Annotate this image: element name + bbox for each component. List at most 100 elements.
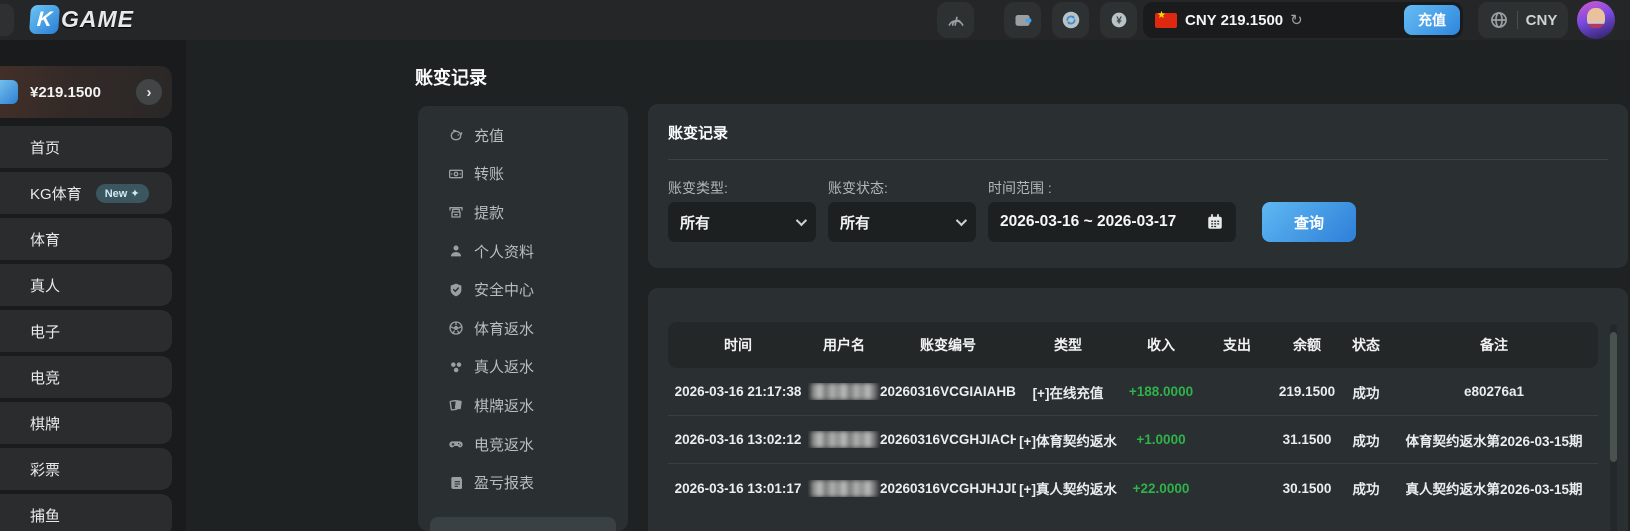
submenu-item-deposit[interactable]: 充值 [418,116,628,155]
col-type: 类型 [1054,337,1082,353]
top-header: K GAME ¥ ★ CNY 219.1500 ↻ 充值 CNY [0,0,1630,40]
sidebar-item-esports[interactable]: 电竞 [0,356,172,398]
cell-status: 成功 [1352,433,1380,449]
submenu-item-label: 电竞返水 [474,436,535,454]
table-row[interactable]: 2026-03-16 21:17:38 20260316VCGIAIAHBD [… [668,368,1598,416]
submenu-item-sports-rebate[interactable]: 体育返水 [418,309,628,348]
banknote-icon [449,169,463,179]
cell-type: [+]在线充值 [1032,385,1104,401]
new-badge: New ✦ [95,183,149,203]
sidebar-item-sports[interactable]: 体育 [0,218,172,260]
cell-user [808,431,880,448]
submenu-item-selected-fragment[interactable] [430,517,616,531]
search-button[interactable]: 查询 [1262,202,1356,242]
brand-logo[interactable]: K GAME [28,5,134,34]
user-avatar[interactable] [1577,1,1615,39]
locale-selector[interactable]: CNY [1478,2,1568,38]
table-header-row: 时间 用户名 账变编号 类型 收入 支出 余额 状态 备注 [668,322,1598,368]
logo-text: GAME [61,6,134,32]
submenu-item-profile[interactable]: 个人资料 [418,232,628,271]
records-table: 时间 用户名 账变编号 类型 收入 支出 余额 状态 备注 2026-03-16… [668,322,1598,512]
chevron-right-icon[interactable]: › [136,79,162,105]
submenu-item-live-rebate[interactable]: 真人返水 [418,348,628,387]
filter-card: 账变记录 账变类型: 账变状态: 时间范围 : 所有 所有 2026-03-16… [648,104,1628,268]
table-row[interactable]: 2026-03-16 13:02:12 20260316VCGHJIACHD [… [668,416,1598,464]
cell-id: 20260316VCGIAIAHBD [880,384,1016,399]
sidebar-item-label: 捕鱼 [30,507,61,525]
report-icon [451,476,462,489]
page-title: 账变记录 [415,68,487,88]
svg-text:¥: ¥ [1116,16,1122,27]
cards-icon [449,400,462,411]
sidebar-item-slots[interactable]: 电子 [0,310,172,352]
col-balance: 余额 [1293,337,1321,353]
blurred-username [811,383,877,400]
submenu-item-transfer[interactable]: 转账 [418,155,628,194]
cell-time: 2026-03-16 13:01:17 [674,480,802,496]
sidebar-item-label: KG体育 [30,185,82,203]
submenu-item-esports-rebate[interactable]: 电竞返水 [418,425,628,464]
sidebar-item-chess[interactable]: 棋牌 [0,402,172,444]
sidebar-item-label: 彩票 [30,461,61,479]
cell-income: +1.0000 [1136,432,1186,447]
balance-pill[interactable]: ★ CNY 219.1500 ↻ 充值 [1143,2,1463,38]
sidebar-item-fishing[interactable]: 捕鱼 [0,494,172,531]
col-income: 收入 [1147,337,1175,353]
blurred-username [811,479,877,497]
cell-status: 成功 [1352,482,1380,497]
submenu-item-chess-rebate[interactable]: 棋牌返水 [418,386,628,425]
sidebar-item-kg-sports[interactable]: KG体育 New ✦ [0,172,172,214]
refresh-icon[interactable] [1052,2,1089,38]
balance-refresh-icon[interactable]: ↻ [1290,11,1303,29]
submenu-item-label: 棋牌返水 [474,397,535,415]
sidebar-item-label: 首页 [30,139,61,157]
type-select[interactable]: 所有 [668,202,816,242]
submenu-item-pl-report[interactable]: 盈亏报表 [418,463,628,502]
scrollbar-thumb[interactable] [1610,332,1617,462]
chevron-down-icon [955,214,968,227]
person-icon [451,245,461,257]
type-select-value: 所有 [680,214,711,232]
status-select[interactable]: 所有 [828,202,976,242]
table-scrollbar[interactable] [1610,324,1617,531]
date-range-input[interactable]: 2026-03-16 ~ 2026-03-17 [988,202,1236,242]
soccer-ball-icon [449,321,463,335]
collapsed-panel-fragment [0,4,14,36]
gamepad-icon [449,441,463,448]
status-filter-label: 账变状态: [828,180,888,196]
type-filter-label: 账变类型: [668,180,728,196]
sidebar-item-lottery[interactable]: 彩票 [0,448,172,490]
cell-balance: 219.1500 [1278,384,1336,399]
piggy-bank-icon [450,129,463,141]
wallet-icon[interactable] [1004,2,1041,38]
sidebar-balance-card[interactable]: ¥219.1500 › [0,66,172,118]
cell-time: 2026-03-16 21:17:38 [674,384,802,399]
divider [668,159,1608,160]
submenu-item-withdraw[interactable]: 提款 [418,193,628,232]
withdraw-machine-icon [449,207,463,219]
sidebar-item-home[interactable]: 首页 [0,126,172,168]
cell-user [808,479,880,497]
cell-balance: 31.1500 [1282,432,1332,447]
content-area: 账变记录 充值 转账 提款 个人资料 安全中心 体育返水 真人返水 棋牌返水 电… [186,40,1630,531]
cell-user [808,383,880,400]
table-row[interactable]: 2026-03-16 13:01:17 20260316VCGHJHJJDE [… [668,464,1598,512]
header-balance-text: CNY 219.1500 [1185,11,1284,29]
recharge-button[interactable]: 充值 [1404,5,1460,35]
filter-card-title: 账变记录 [668,125,729,142]
cell-remark: 真人契约返水第2026-03-15期 [1405,482,1583,497]
china-flag-icon: ★ [1155,10,1177,28]
col-id: 账变编号 [920,337,976,353]
calendar-icon[interactable] [1206,213,1224,231]
col-remark: 备注 [1480,337,1508,353]
sidebar-item-live[interactable]: 真人 [0,264,172,306]
locale-currency-label: CNY [1525,11,1558,29]
col-time: 时间 [724,337,752,353]
col-expense: 支出 [1223,337,1251,353]
currency-exchange-icon[interactable]: ¥ [1100,2,1137,38]
submenu-item-security[interactable]: 安全中心 [418,270,628,309]
records-table-card: 时间 用户名 账变编号 类型 收入 支出 余额 状态 备注 2026-03-16… [648,288,1628,531]
gauge-icon[interactable] [937,2,974,38]
sidebar-item-label: 电子 [30,323,61,341]
chips-icon [451,362,462,373]
